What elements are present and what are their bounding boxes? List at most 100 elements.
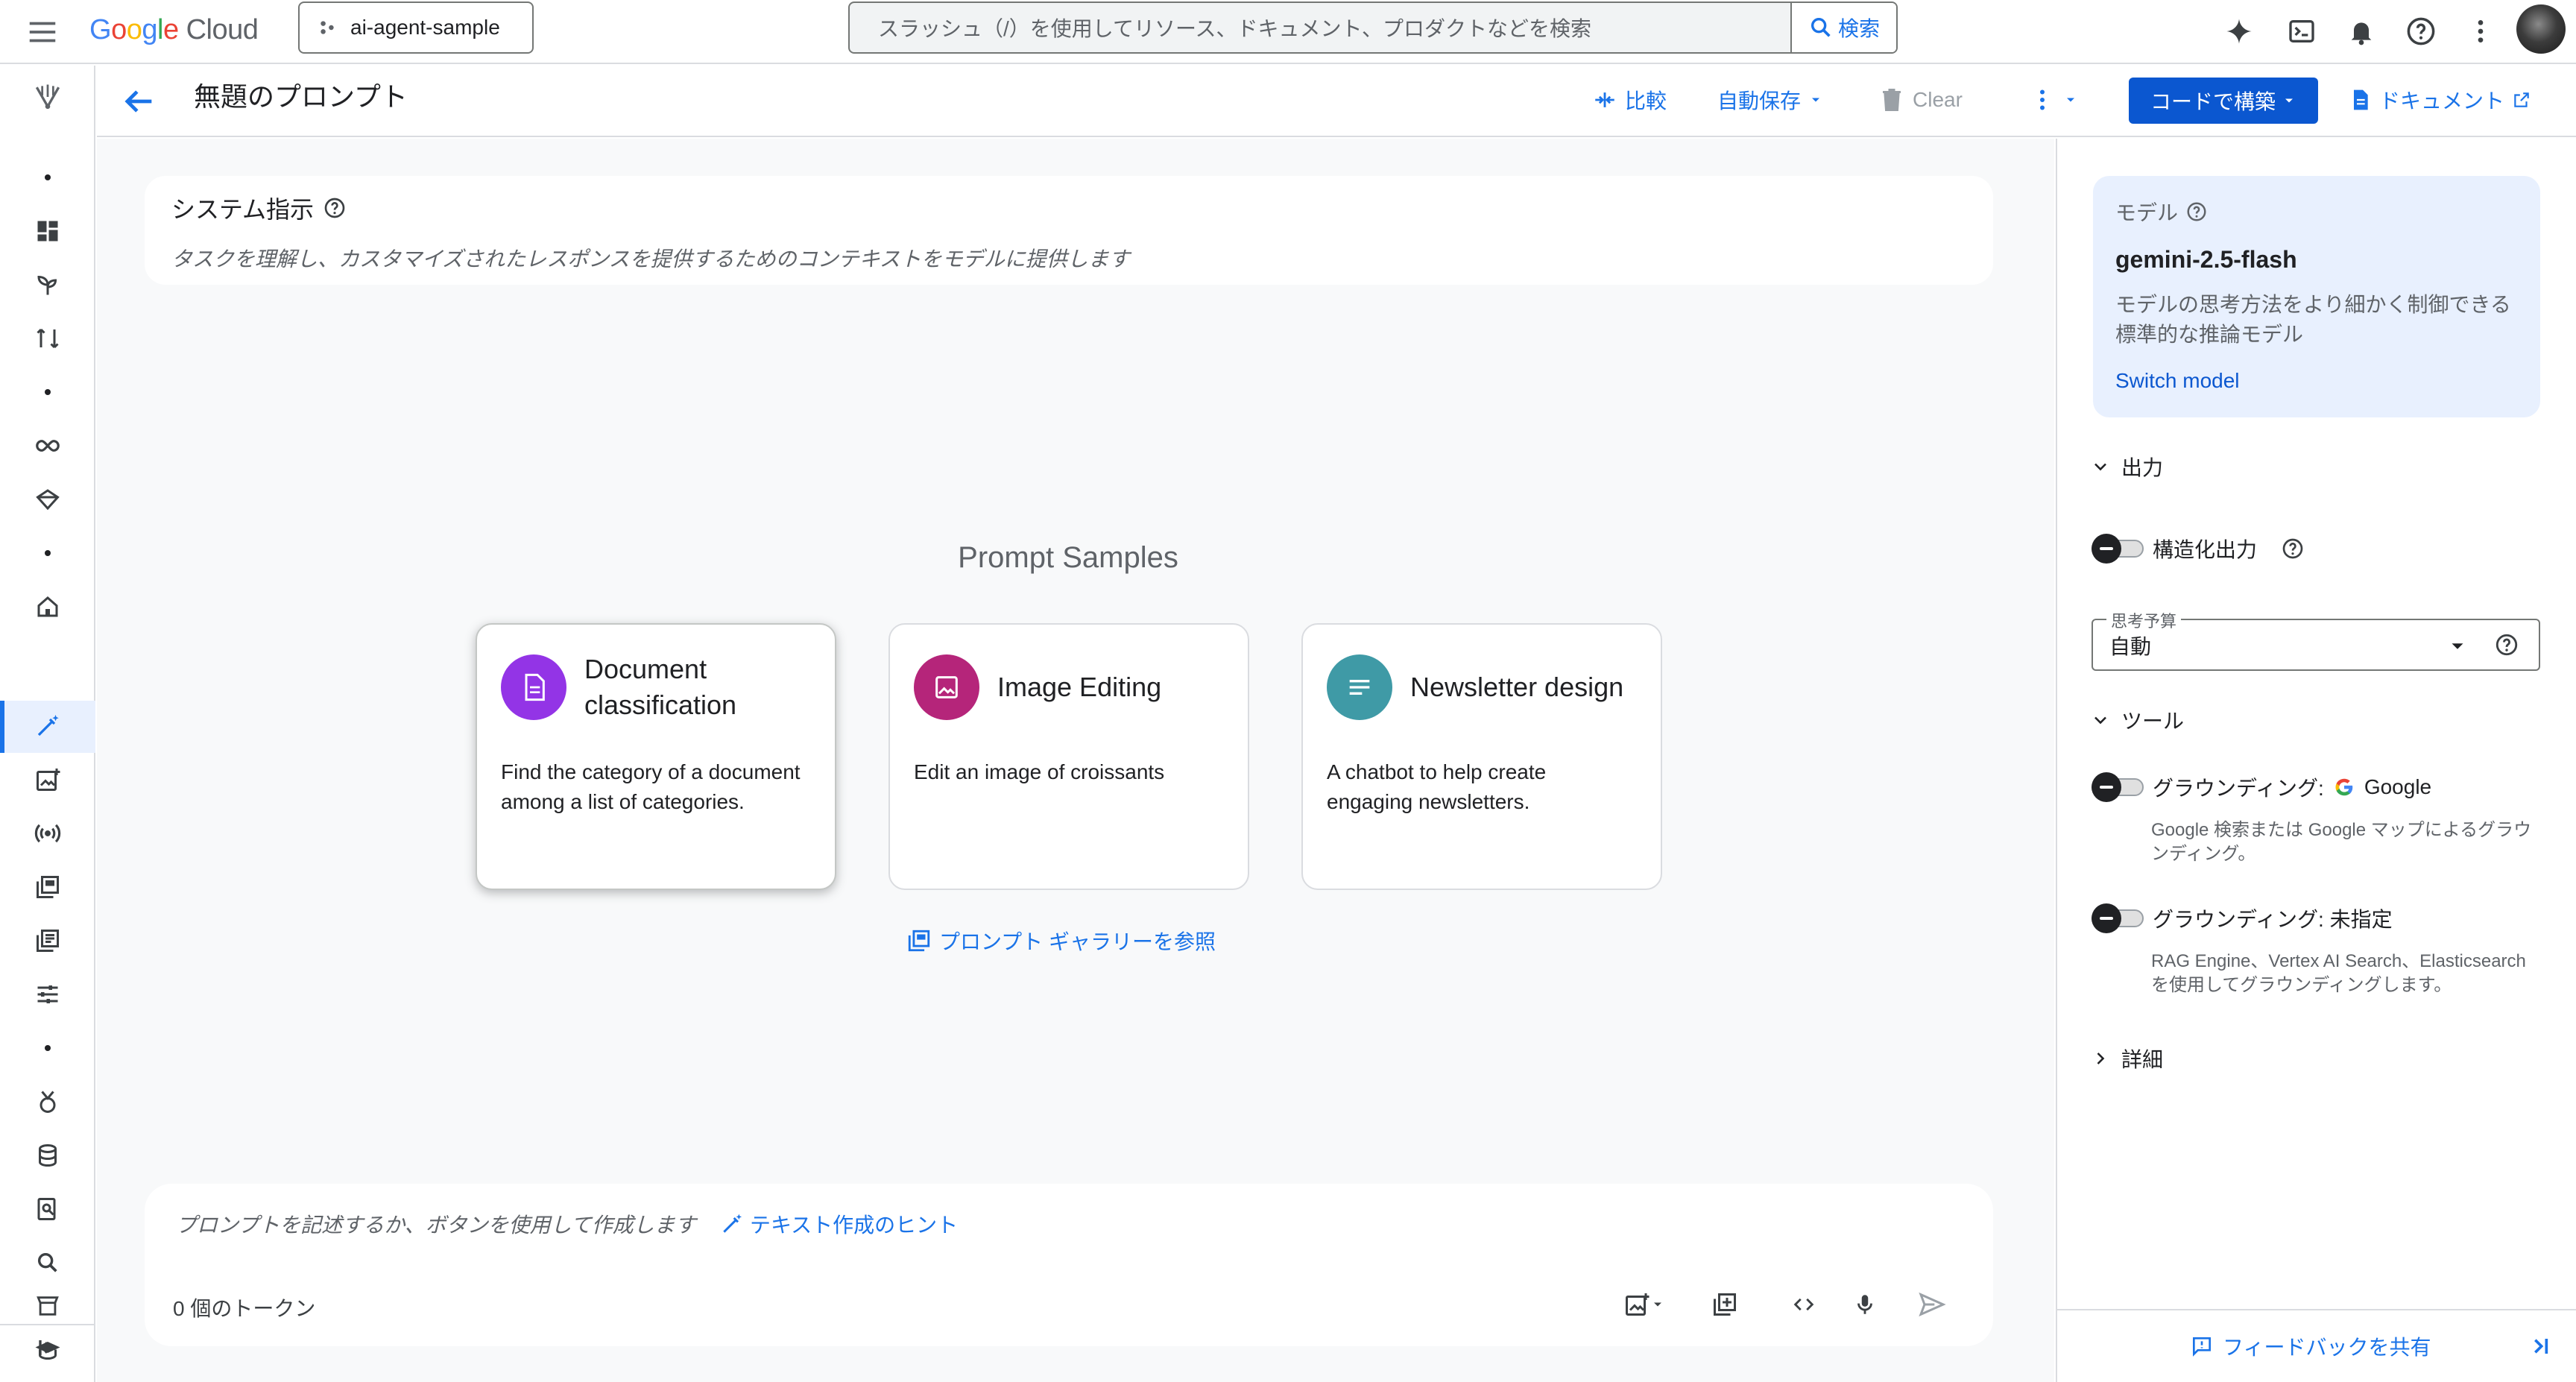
sample-card-title: Document classification: [584, 654, 737, 720]
insert-variable-button[interactable]: [1707, 1287, 1743, 1322]
dropdown-arrow-icon: [2282, 93, 2296, 108]
system-instructions-box[interactable]: システム指示 タスクを理解し、カスタマイズされたレスポンスを提供するためのコンテ…: [145, 176, 1993, 285]
sample-card-title: Newsletter design: [1410, 672, 1624, 702]
prompt-design-icon[interactable]: [30, 708, 66, 744]
autosave-dropdown[interactable]: 自動保存: [1717, 81, 1823, 119]
magic-pen-icon: [720, 1212, 744, 1236]
page-title: 無題のプロンプト: [194, 81, 408, 112]
search-button[interactable]: 検索: [1790, 3, 1896, 52]
search-bar[interactable]: スラッシュ（/）を使用してリソース、ドキュメント、プロダクトなどを検索 検索: [848, 1, 1898, 54]
sample-card-desc: Find the category of a document among a …: [501, 760, 801, 813]
documentation-link[interactable]: ドキュメント: [2348, 81, 2531, 119]
compare-button[interactable]: 比較: [1592, 81, 1667, 119]
insert-media-dropdown[interactable]: [1614, 1287, 1674, 1322]
tuning-icon[interactable]: [30, 976, 66, 1012]
prompt-input[interactable]: プロンプトを記述するか、ボタンを使用して作成します: [176, 1209, 696, 1239]
project-icon: [318, 18, 337, 37]
google-cloud-logo[interactable]: Google Cloud: [89, 9, 259, 51]
tools-section-toggle[interactable]: ツール: [2090, 705, 2184, 735]
dropdown-arrow-icon: [2063, 92, 2078, 107]
model-name: gemini-2.5-flash: [2115, 246, 2297, 273]
grounding-google-row: グラウンディング: Google: [2092, 772, 2431, 802]
model-garden-icon[interactable]: [30, 321, 66, 356]
system-instructions-title: システム指示: [171, 196, 315, 223]
mic-icon: [1852, 1292, 1878, 1317]
grounding-unspecified-label: グラウンディング: 未指定: [2153, 908, 2393, 931]
sample-card-desc: A chatbot to help create engaging newsle…: [1327, 760, 1547, 813]
prompt-gallery-link[interactable]: プロンプト ギャラリーを参照: [906, 926, 1216, 956]
grounding-google-toggle[interactable]: [2092, 772, 2144, 802]
microphone-button[interactable]: [1847, 1287, 1883, 1322]
live-stream-icon[interactable]: [30, 815, 66, 851]
sample-card-title: Image Editing: [997, 672, 1162, 702]
sample-card-newsletter-design[interactable]: Newsletter design A chatbot to help crea…: [1301, 623, 1662, 890]
prompt-management-icon[interactable]: [30, 923, 66, 959]
nav-separator-dot: [45, 389, 51, 395]
feature-store-icon[interactable]: [30, 1138, 66, 1173]
more-vert-icon: [2029, 86, 2056, 113]
cloud-shell-icon[interactable]: [2284, 13, 2320, 49]
infinity-icon[interactable]: [30, 428, 66, 464]
model-label: モデル: [2115, 201, 2179, 224]
model-description: モデルの思考方法をより細かく制御できる標準的な推論モデル: [2115, 293, 2511, 346]
sprout-icon[interactable]: [30, 267, 66, 303]
collapse-panel-icon[interactable]: [2525, 1331, 2555, 1361]
evaluation-icon[interactable]: [30, 1084, 66, 1120]
advanced-section-toggle[interactable]: 詳細: [2090, 1044, 2163, 1073]
nav-separator-dot: [45, 1045, 51, 1051]
search-input[interactable]: スラッシュ（/）を使用してリソース、ドキュメント、プロダクトなどを検索: [850, 3, 1790, 52]
writing-hint-link[interactable]: テキスト作成のヒント: [720, 1209, 958, 1239]
clear-button[interactable]: Clear: [1878, 81, 1963, 119]
dropdown-arrow-icon[interactable]: [2446, 635, 2469, 657]
help-icon[interactable]: [323, 196, 347, 220]
structured-output-toggle[interactable]: [2092, 534, 2144, 564]
project-picker[interactable]: ai-agent-sample: [298, 1, 534, 54]
notifications-icon[interactable]: [2343, 13, 2379, 49]
help-icon[interactable]: [2281, 537, 2305, 561]
grounding-google-label: グラウンディング:: [2153, 777, 2324, 800]
help-icon[interactable]: [2403, 13, 2439, 49]
grounding-unspecified-row: グラウンディング: 未指定: [2092, 903, 2393, 933]
help-icon[interactable]: [2185, 201, 2208, 223]
home-icon[interactable]: [30, 589, 66, 625]
thinking-budget-value: 自動: [2109, 635, 2152, 658]
avatar[interactable]: [2516, 4, 2566, 54]
prompt-gallery-icon[interactable]: [30, 869, 66, 905]
document-icon: [501, 654, 566, 720]
main-menu-icon[interactable]: [25, 15, 60, 49]
nav-separator-dot: [45, 550, 51, 556]
system-instructions-input[interactable]: タスクを理解し、カスタマイズされたレスポンスを提供するためのコンテキストをモデル…: [171, 243, 1966, 273]
agent-builder-icon[interactable]: [30, 482, 66, 517]
more-vert-icon[interactable]: [2463, 13, 2498, 49]
delete-icon: [1878, 86, 1905, 113]
share-feedback-link[interactable]: フィードバックを共有: [2190, 1331, 2431, 1361]
gallery-icon: [906, 928, 932, 953]
help-icon[interactable]: [2494, 632, 2519, 657]
grounding-google-value: Google: [2364, 775, 2432, 798]
build-with-code-button[interactable]: コードで構築: [2129, 78, 2318, 124]
media-studio-icon[interactable]: [30, 762, 66, 798]
structured-output-label: 構造化出力: [2153, 538, 2258, 561]
vertex-ai-logo-icon[interactable]: [30, 79, 66, 115]
send-button[interactable]: [1913, 1287, 1951, 1322]
code-button[interactable]: [1786, 1287, 1822, 1322]
sample-card-image-editing[interactable]: Image Editing Edit an image of croissant…: [888, 623, 1249, 890]
rail-divider: [0, 1324, 95, 1325]
expand-rail-icon[interactable]: [33, 1333, 63, 1363]
more-options-dropdown[interactable]: [2029, 81, 2078, 119]
switch-model-link[interactable]: Switch model: [2115, 369, 2518, 393]
sample-card-document-classification[interactable]: Document classification Find the categor…: [476, 623, 836, 890]
grounding-unspecified-desc: RAG Engine、Vertex AI Search、Elasticsearc…: [2151, 951, 2526, 995]
gemini-sparkle-icon[interactable]: [2221, 13, 2257, 49]
token-count: 0 個のトークン: [173, 1297, 316, 1320]
dashboard-icon[interactable]: [30, 213, 66, 249]
grounding-unspecified-toggle[interactable]: [2092, 903, 2144, 933]
back-arrow-icon[interactable]: [119, 82, 158, 121]
prompt-samples-title: Prompt Samples: [958, 541, 1178, 574]
nav-separator-dot: [45, 174, 51, 180]
google-g-icon: [2333, 776, 2355, 798]
marketplace-icon[interactable]: [30, 1288, 66, 1324]
document-search-icon[interactable]: [30, 1191, 66, 1227]
output-section-toggle[interactable]: 出力: [2090, 452, 2163, 482]
vector-search-icon[interactable]: [30, 1245, 66, 1281]
